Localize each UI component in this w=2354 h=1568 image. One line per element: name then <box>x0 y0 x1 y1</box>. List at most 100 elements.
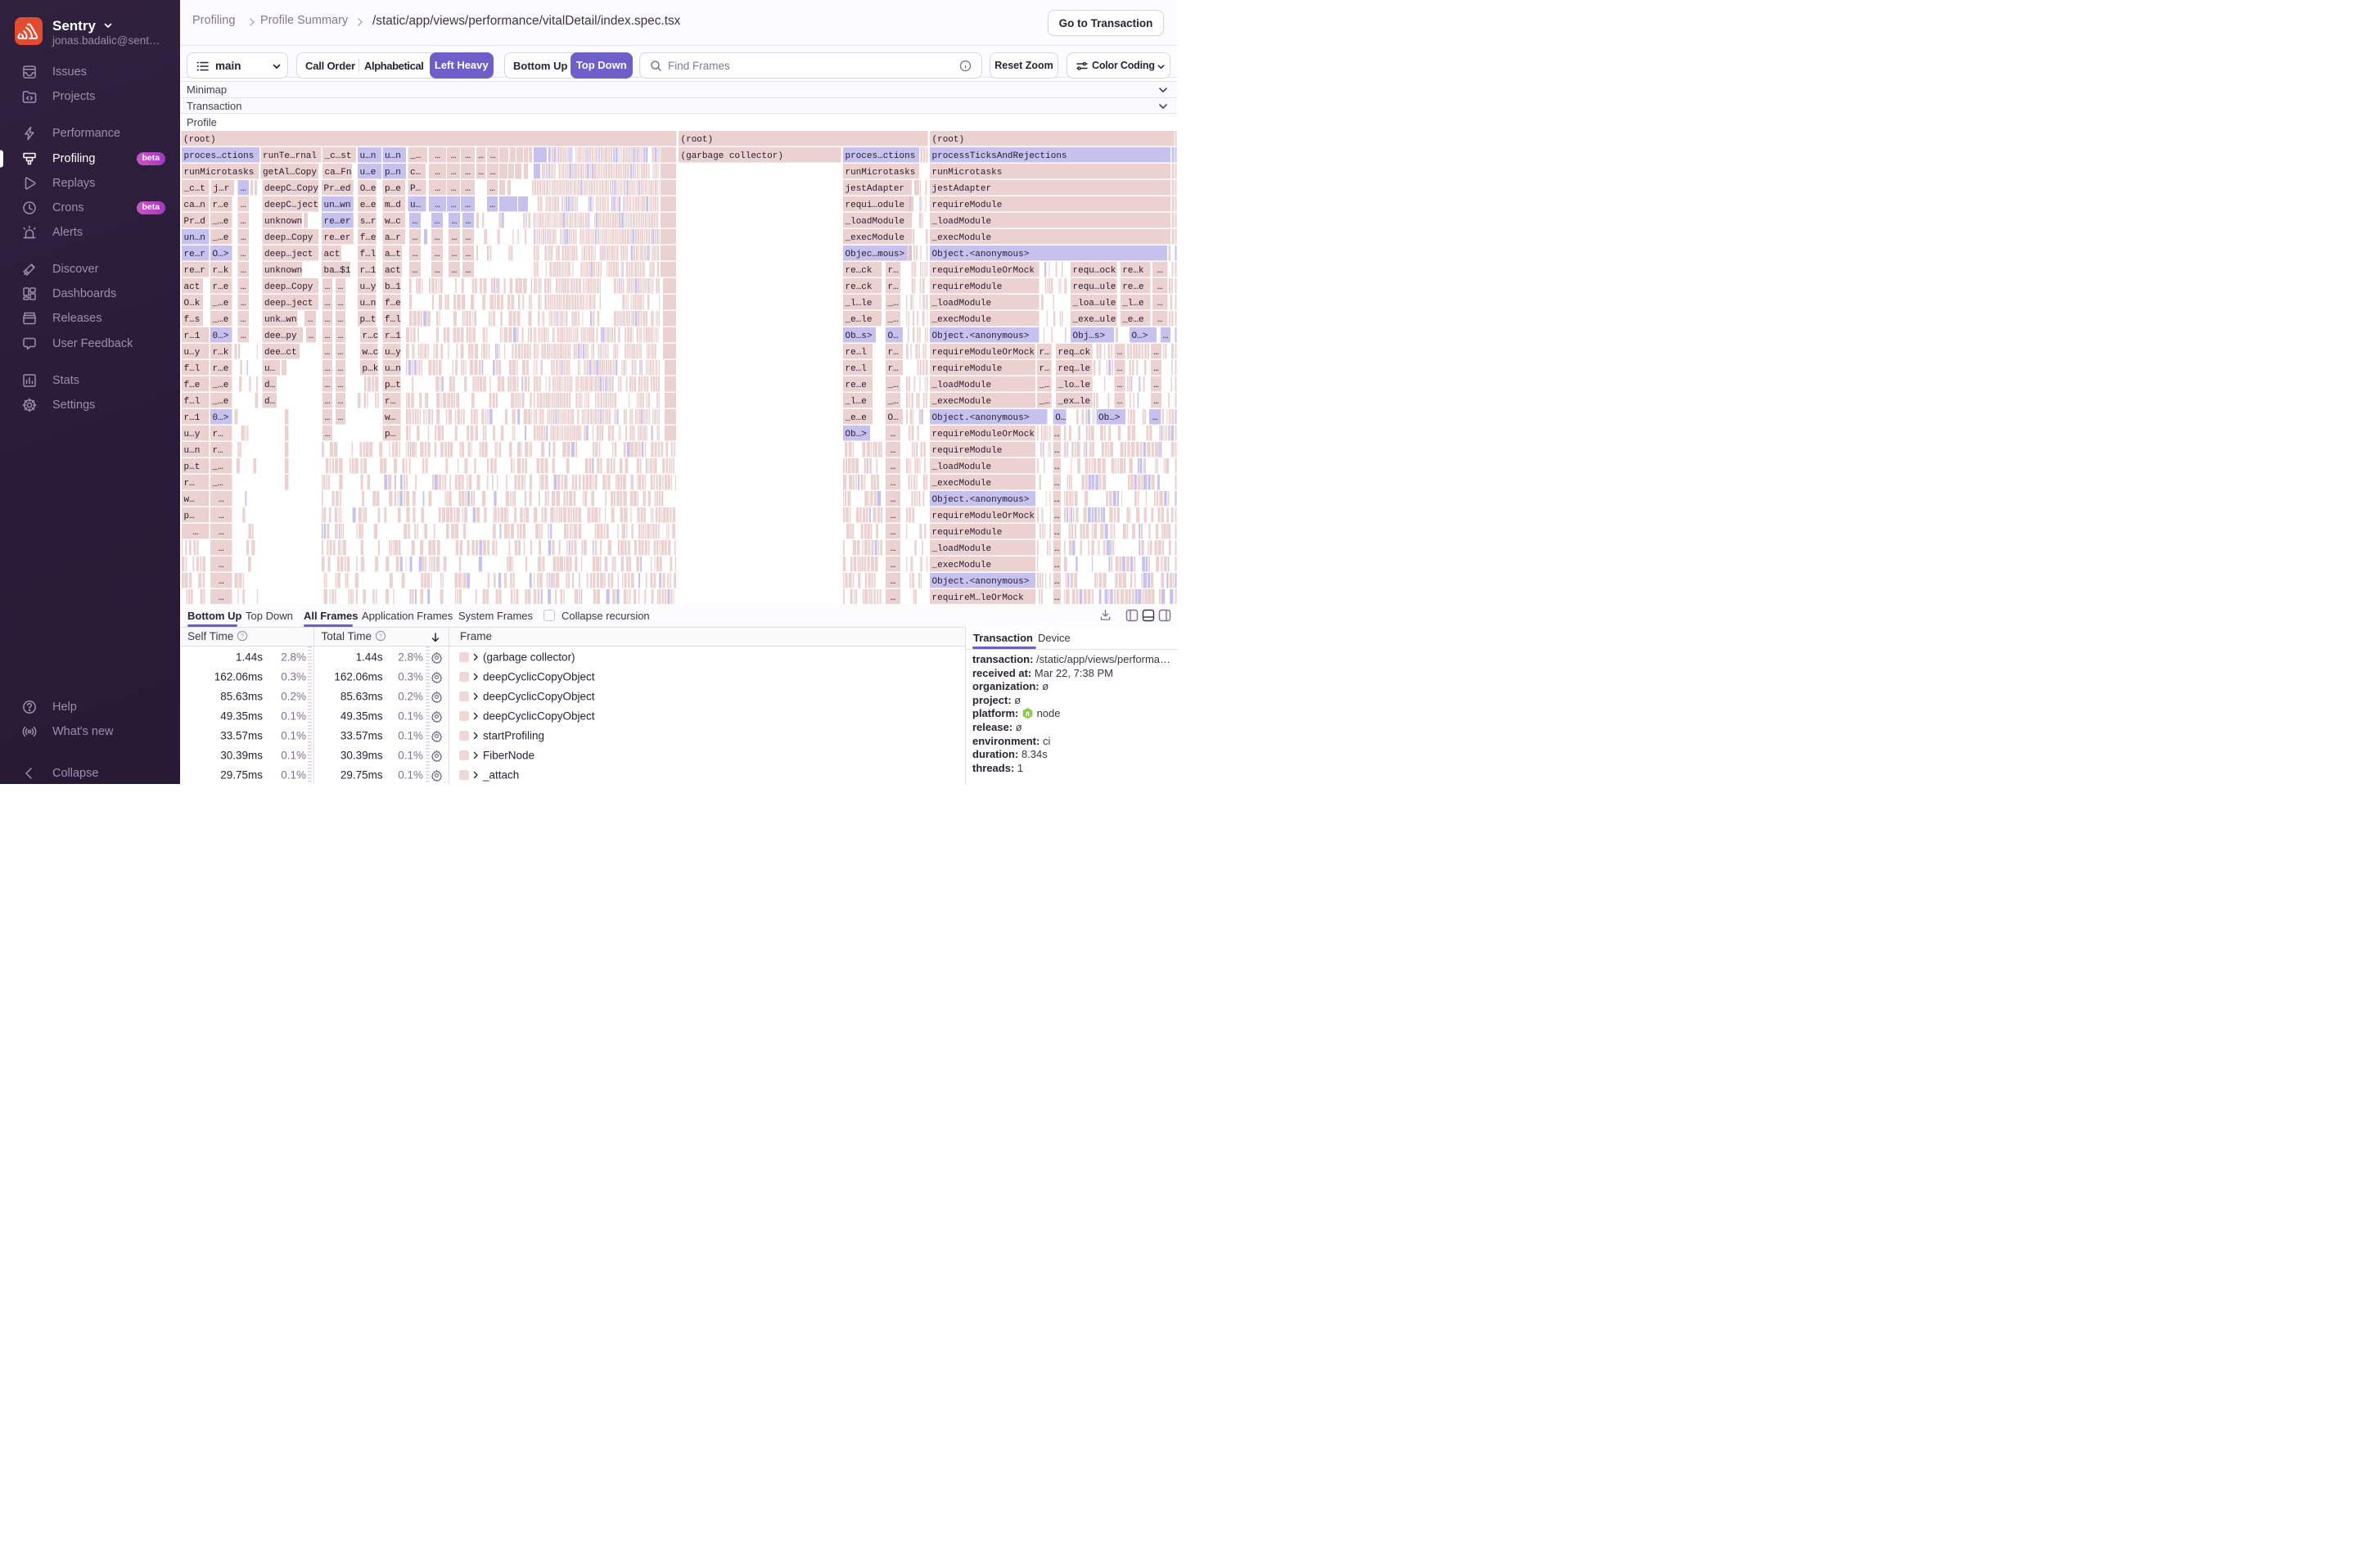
svg-text:r…: r… <box>888 348 899 358</box>
svg-text:u…n: u…n <box>184 446 201 456</box>
svg-text:p…n: p…n <box>385 168 401 178</box>
svg-text:_…: _… <box>212 462 223 472</box>
svg-text:…: … <box>891 446 896 456</box>
svg-text:…: … <box>451 151 457 161</box>
svg-text:w…: w… <box>385 413 395 423</box>
svg-text:f…e: f…e <box>184 381 201 390</box>
svg-text:u…n: u…n <box>360 151 377 161</box>
svg-text:Object.<anonymous>: Object.<anonymous> <box>932 495 1030 505</box>
svg-text:s…r: s…r <box>360 217 377 227</box>
svg-text:…: … <box>466 250 471 259</box>
svg-text:_c…t: _c…t <box>183 184 205 194</box>
svg-text:…: … <box>219 511 224 521</box>
svg-text:…: … <box>1153 348 1159 358</box>
svg-text:…: … <box>1054 446 1060 456</box>
svg-text:f…s: f…s <box>184 315 201 325</box>
svg-text:re…ck: re…ck <box>846 282 873 292</box>
svg-text:f…l: f…l <box>360 250 377 259</box>
svg-text:(root): (root) <box>681 135 714 145</box>
svg-text:…: … <box>241 299 246 309</box>
svg-text:(garbage collector): (garbage collector) <box>681 151 783 161</box>
svg-text:r…: r… <box>1039 364 1050 374</box>
svg-text:_…e: _…e <box>212 315 229 325</box>
svg-text:…: … <box>338 299 344 309</box>
svg-text:…: … <box>413 266 418 276</box>
svg-text:p…t: p…t <box>360 315 377 325</box>
svg-text:r…1: r…1 <box>184 331 201 341</box>
svg-text:Pr…ed: Pr…ed <box>324 184 351 194</box>
svg-text:ba…$1: ba…$1 <box>324 266 351 276</box>
svg-text:r…c: r…c <box>363 331 379 341</box>
svg-text:…: … <box>325 315 331 325</box>
svg-text:Ob…>: Ob…> <box>846 430 867 439</box>
svg-text:…: … <box>219 495 224 505</box>
svg-text:…: … <box>466 233 471 243</box>
svg-text:re…er: re…er <box>324 217 351 227</box>
svg-text:_loadModule: _loadModule <box>845 217 905 227</box>
svg-text:…: … <box>465 201 471 210</box>
svg-text:…: … <box>1054 511 1060 521</box>
svg-text:dee…ct: dee…ct <box>264 348 297 358</box>
svg-text:w…c: w…c <box>363 348 379 358</box>
svg-text:re…l: re…l <box>846 364 867 374</box>
svg-text:?: ? <box>379 633 382 640</box>
svg-text:a…r: a…r <box>385 233 401 243</box>
svg-text:Objec…mous>: Objec…mous> <box>846 250 905 259</box>
svg-text:…: … <box>891 430 896 439</box>
svg-text:…: … <box>465 184 471 194</box>
svg-text:f…l: f…l <box>385 315 401 325</box>
svg-text:…: … <box>435 233 440 243</box>
svg-text:un…n: un…n <box>184 233 205 243</box>
svg-text:Object.<anonymous>: Object.<anonymous> <box>932 331 1030 341</box>
svg-text:…: … <box>325 381 331 390</box>
svg-text:_…e: _…e <box>212 217 229 227</box>
svg-text:_loadModule: _loadModule <box>931 381 992 390</box>
svg-text:…: … <box>1117 348 1123 358</box>
svg-text:re…k: re…k <box>1122 266 1144 276</box>
svg-text:deep…ject: deep…ject <box>264 299 313 309</box>
svg-text:r…: r… <box>888 282 899 292</box>
svg-text:getAl…Copy: getAl…Copy <box>263 168 317 178</box>
svg-text:…: … <box>466 217 471 227</box>
svg-text:re…r: re…r <box>184 266 205 276</box>
svg-text:…: … <box>891 528 896 538</box>
svg-text:_loadModule: _loadModule <box>931 462 992 472</box>
svg-text:…: … <box>435 184 440 194</box>
svg-text:…: … <box>241 201 246 210</box>
svg-text:?: ? <box>241 633 244 640</box>
svg-text:O…: O… <box>888 331 899 341</box>
svg-text:requ…ule: requ…ule <box>1073 282 1116 292</box>
svg-text:…: … <box>452 250 458 259</box>
svg-text:(root): (root) <box>183 135 216 145</box>
svg-text:…: … <box>490 151 496 161</box>
svg-text:b…1: b…1 <box>385 282 401 292</box>
svg-text:_execModule: _execModule <box>931 315 992 325</box>
svg-text:…: … <box>1054 577 1060 587</box>
svg-text:…: … <box>1054 430 1060 439</box>
svg-text:d…: d… <box>264 397 275 407</box>
svg-text:w…c: w…c <box>385 217 401 227</box>
svg-text:proces…ctions: proces…ctions <box>184 151 255 161</box>
svg-text:…: … <box>338 282 344 292</box>
svg-text:_…: _… <box>887 299 899 309</box>
svg-text:_l…le: _l…le <box>845 299 873 309</box>
svg-text:dee…py: dee…py <box>264 331 297 341</box>
svg-text:re…ck: re…ck <box>846 266 873 276</box>
svg-text:r…k: r…k <box>213 266 229 276</box>
svg-text:O…>: O…> <box>1132 331 1148 341</box>
svg-text:_execModule: _execModule <box>845 233 905 243</box>
svg-text:processTicksAndRejections: processTicksAndRejections <box>932 151 1067 161</box>
svg-text:act: act <box>324 250 340 259</box>
svg-text:requireModule: requireModule <box>932 364 1003 374</box>
svg-text:u…y: u…y <box>360 282 377 292</box>
svg-text:_…e: _…e <box>212 233 229 243</box>
svg-text:…: … <box>1054 561 1060 570</box>
svg-text:…: … <box>466 266 471 276</box>
svg-text:re…e: re…e <box>1122 282 1143 292</box>
svg-text:u…n: u…n <box>360 299 377 309</box>
svg-text:…: … <box>1153 364 1159 374</box>
svg-text:_…: _… <box>1039 381 1050 390</box>
svg-text:…: … <box>241 233 246 243</box>
svg-text:…: … <box>1054 462 1060 472</box>
svg-text:deepC…ject: deepC…ject <box>264 201 318 210</box>
